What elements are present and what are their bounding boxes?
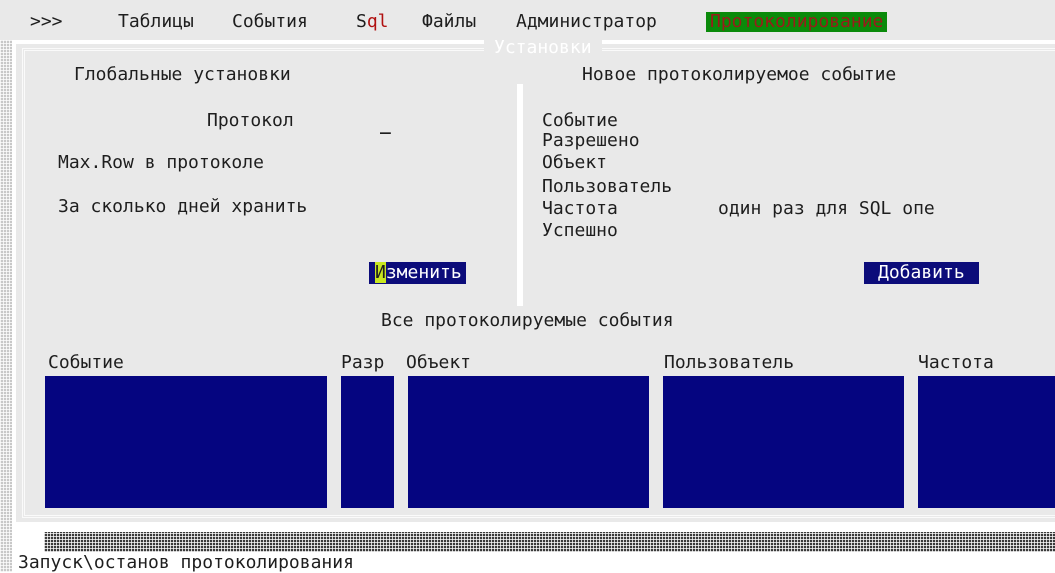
- change-button-label: зменить: [385, 262, 462, 283]
- column-header-allowed: Разр: [341, 352, 385, 373]
- allowed-column-list[interactable]: [341, 376, 394, 508]
- frequency-label: Частота: [542, 198, 618, 219]
- window-title: Установки: [484, 38, 602, 58]
- menu-item-sql-rest: ql: [366, 11, 389, 32]
- user-label: Пользователь: [542, 176, 673, 197]
- menu-item-admin[interactable]: Администратор: [516, 12, 657, 32]
- user-column-list[interactable]: [663, 376, 904, 508]
- event-column-list[interactable]: [45, 376, 327, 508]
- menu-item-sql[interactable]: Sql: [356, 12, 389, 32]
- status-line: Запуск\останов протоколирования: [18, 552, 354, 573]
- menu-item-files[interactable]: Файлы: [422, 12, 476, 32]
- allowed-label: Разрешено: [542, 130, 640, 151]
- menu-item-tables[interactable]: Таблицы: [118, 12, 194, 32]
- menu-bar: >>> Таблицы События Sql Файлы Администра…: [0, 0, 1055, 40]
- column-header-user: Пользователь: [664, 352, 795, 373]
- menu-item-sql-first: S: [356, 11, 367, 32]
- protocol-field[interactable]: _: [380, 114, 391, 135]
- vertical-divider: [517, 84, 523, 306]
- success-label: Успешно: [542, 220, 618, 241]
- event-label: Событие: [542, 110, 618, 131]
- column-header-frequency: Частота: [918, 352, 994, 373]
- global-settings-header: Глобальные установки: [74, 64, 291, 85]
- all-events-header: Все протоколируемые события: [381, 310, 674, 331]
- maxrow-label: Max.Row в протоколе: [58, 152, 264, 173]
- frequency-value[interactable]: один раз для SQL опе: [718, 198, 935, 219]
- days-label: За сколько дней хранить: [58, 196, 308, 217]
- change-button-hotkey: И: [375, 262, 386, 283]
- menu-item-events[interactable]: События: [232, 12, 308, 32]
- menu-prompt: >>>: [30, 11, 63, 32]
- new-event-header: Новое протоколируемое событие: [582, 64, 897, 85]
- object-label: Объект: [542, 152, 608, 173]
- bottom-pattern-strip: [44, 532, 1055, 552]
- add-button[interactable]: Добавить: [864, 262, 979, 284]
- protocol-label: Протокол: [207, 110, 294, 131]
- menu-item-logging[interactable]: Протоколирование: [706, 12, 888, 32]
- left-margin-pattern: [0, 40, 12, 572]
- column-header-object: Объект: [406, 352, 472, 373]
- frequency-column-list[interactable]: [918, 376, 1055, 508]
- column-header-event: Событие: [48, 352, 124, 373]
- change-button[interactable]: Изменить: [369, 262, 466, 284]
- object-column-list[interactable]: [408, 376, 649, 508]
